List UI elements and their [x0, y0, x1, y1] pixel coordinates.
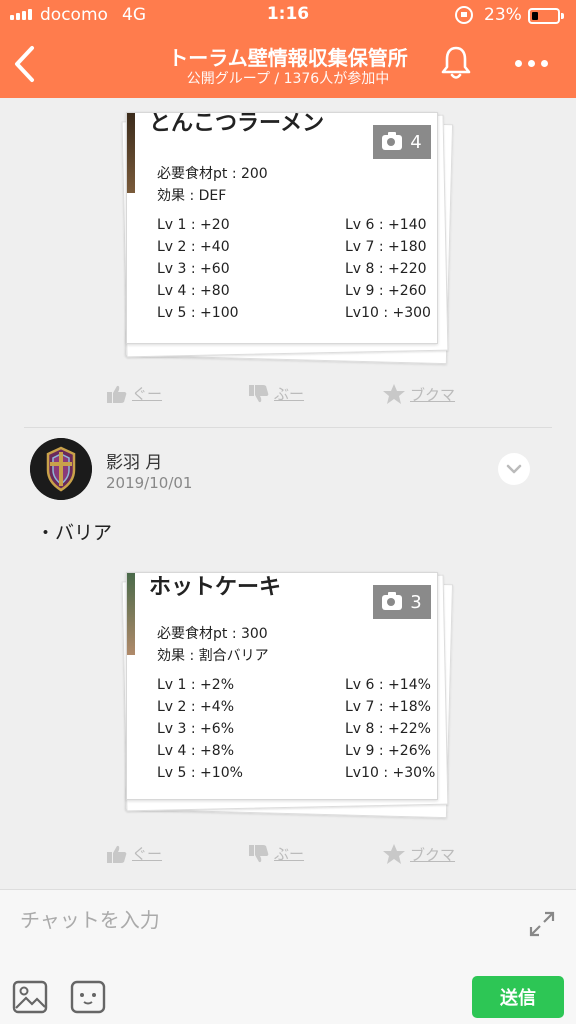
card-required: 必要食材pt : 300: [157, 626, 268, 642]
bookmark-button[interactable]: ブクマ: [382, 383, 455, 405]
group-subtitle: 公開グループ / 1376人が参加中: [186, 71, 390, 87]
level-cell: Lv 9 : +260: [345, 283, 427, 299]
back-button[interactable]: [12, 44, 38, 84]
photo-count-badge: 4: [373, 125, 431, 159]
good-button[interactable]: ぐー: [106, 843, 162, 864]
thumbs-up-icon: [107, 845, 127, 863]
card-effect: 効果 : DEF: [157, 188, 227, 204]
chat-input[interactable]: チャットを入力: [20, 904, 160, 933]
bad-label: ぶー: [274, 385, 305, 403]
thumbs-up-icon: [107, 385, 127, 403]
level-table: Lv 1 : +2% Lv 6 : +14% Lv 2 : +4% Lv 7 : +…: [157, 677, 437, 787]
level-cell: Lv10 : +300: [345, 305, 431, 321]
group-title: トーラム壁情報収集保管所: [168, 46, 408, 70]
post-date: 2019/10/01: [106, 474, 193, 492]
level-cell: Lv 6 : +140: [345, 217, 427, 233]
chat-bar: チャットを入力 送信: [0, 889, 576, 1024]
level-cell: Lv 1 : +20: [157, 217, 230, 233]
post-text: ・バリア: [36, 522, 113, 544]
photo-count-badge: 3: [373, 585, 431, 619]
bell-icon: [441, 46, 471, 79]
post-image-card[interactable]: ホットケーキ 3 必要食材pt : 300 効果 : 割合バリア Lv 1 : …: [118, 572, 458, 819]
level-cell: Lv10 : +30%: [345, 765, 436, 781]
level-cell: Lv 1 : +2%: [157, 677, 234, 693]
battery-icon: [528, 8, 564, 24]
shield-emblem-icon: [30, 438, 92, 500]
card-title: ホットケーキ: [149, 575, 282, 600]
bookmark-label: ブクマ: [410, 845, 456, 864]
avatar[interactable]: [30, 438, 92, 500]
camera-icon: [382, 131, 403, 150]
good-button[interactable]: ぐー: [106, 383, 162, 404]
star-icon: [383, 384, 405, 404]
bookmark-label: ブクマ: [410, 385, 456, 404]
reaction-bar: ぐー ぶー ブクマ: [100, 383, 480, 411]
notification-button[interactable]: [440, 45, 472, 81]
camera-icon: [382, 591, 403, 610]
chevron-left-icon: [15, 46, 34, 82]
level-cell: Lv 6 : +14%: [345, 677, 431, 693]
post-menu-button[interactable]: [498, 453, 530, 485]
send-button[interactable]: 送信: [472, 976, 564, 1018]
more-dots-icon: [515, 59, 522, 67]
thumbs-down-icon: [249, 384, 269, 402]
bookmark-button[interactable]: ブクマ: [382, 843, 455, 865]
level-cell: Lv 5 : +10%: [157, 765, 243, 781]
level-cell: Lv 5 : +100: [157, 305, 239, 321]
sticker-face-icon: [70, 980, 106, 1014]
battery-percent: 23%: [484, 5, 522, 25]
card-effect: 効果 : 割合バリア: [157, 648, 269, 664]
expand-icon: [529, 911, 555, 937]
level-cell: Lv 8 : +22%: [345, 721, 431, 737]
level-cell: Lv 9 : +26%: [345, 743, 431, 759]
thumbs-down-icon: [249, 844, 269, 862]
card-title: とんこつラーメン: [149, 112, 325, 136]
chevron-down-icon: [506, 464, 522, 474]
expand-input-button[interactable]: [528, 910, 556, 938]
level-cell: Lv 2 : +40: [157, 239, 230, 255]
app-header: docomo 4G 1:16 23% トーラム壁情報収集保管所 公開グループ /…: [0, 0, 576, 98]
bad-label: ぶー: [274, 845, 305, 863]
level-cell: Lv 7 : +180: [345, 239, 427, 255]
post-divider: [24, 427, 552, 428]
level-cell: Lv 4 : +80: [157, 283, 230, 299]
level-cell: Lv 7 : +18%: [345, 699, 431, 715]
level-cell: Lv 2 : +4%: [157, 699, 234, 715]
more-options-button[interactable]: [515, 52, 555, 74]
level-cell: Lv 3 : +60: [157, 261, 230, 277]
reaction-bar: ぐー ぶー ブクマ: [100, 843, 480, 871]
good-label: ぐー: [132, 845, 163, 863]
author-name[interactable]: 影羽 月: [106, 448, 162, 473]
level-cell: Lv 4 : +8%: [157, 743, 234, 759]
level-cell: Lv 8 : +220: [345, 261, 427, 277]
status-bar: docomo 4G 1:16 23%: [0, 0, 576, 30]
bad-button[interactable]: ぶー: [248, 383, 304, 404]
rotation-lock-icon: [455, 6, 473, 24]
level-cell: Lv 3 : +6%: [157, 721, 234, 737]
card-required: 必要食材pt : 200: [157, 166, 268, 182]
post-image-card[interactable]: とんこつラーメン 4 必要食材pt : 200 効果 : DEF Lv 1 : …: [118, 112, 458, 365]
image-icon: [12, 980, 48, 1014]
star-icon: [383, 844, 405, 864]
attach-image-button[interactable]: [12, 980, 48, 1014]
level-table: Lv 1 : +20 Lv 6 : +140 Lv 2 : +40 Lv 7 : +…: [157, 217, 437, 327]
bad-button[interactable]: ぶー: [248, 843, 304, 864]
sticker-button[interactable]: [70, 980, 106, 1014]
good-label: ぐー: [132, 385, 163, 403]
